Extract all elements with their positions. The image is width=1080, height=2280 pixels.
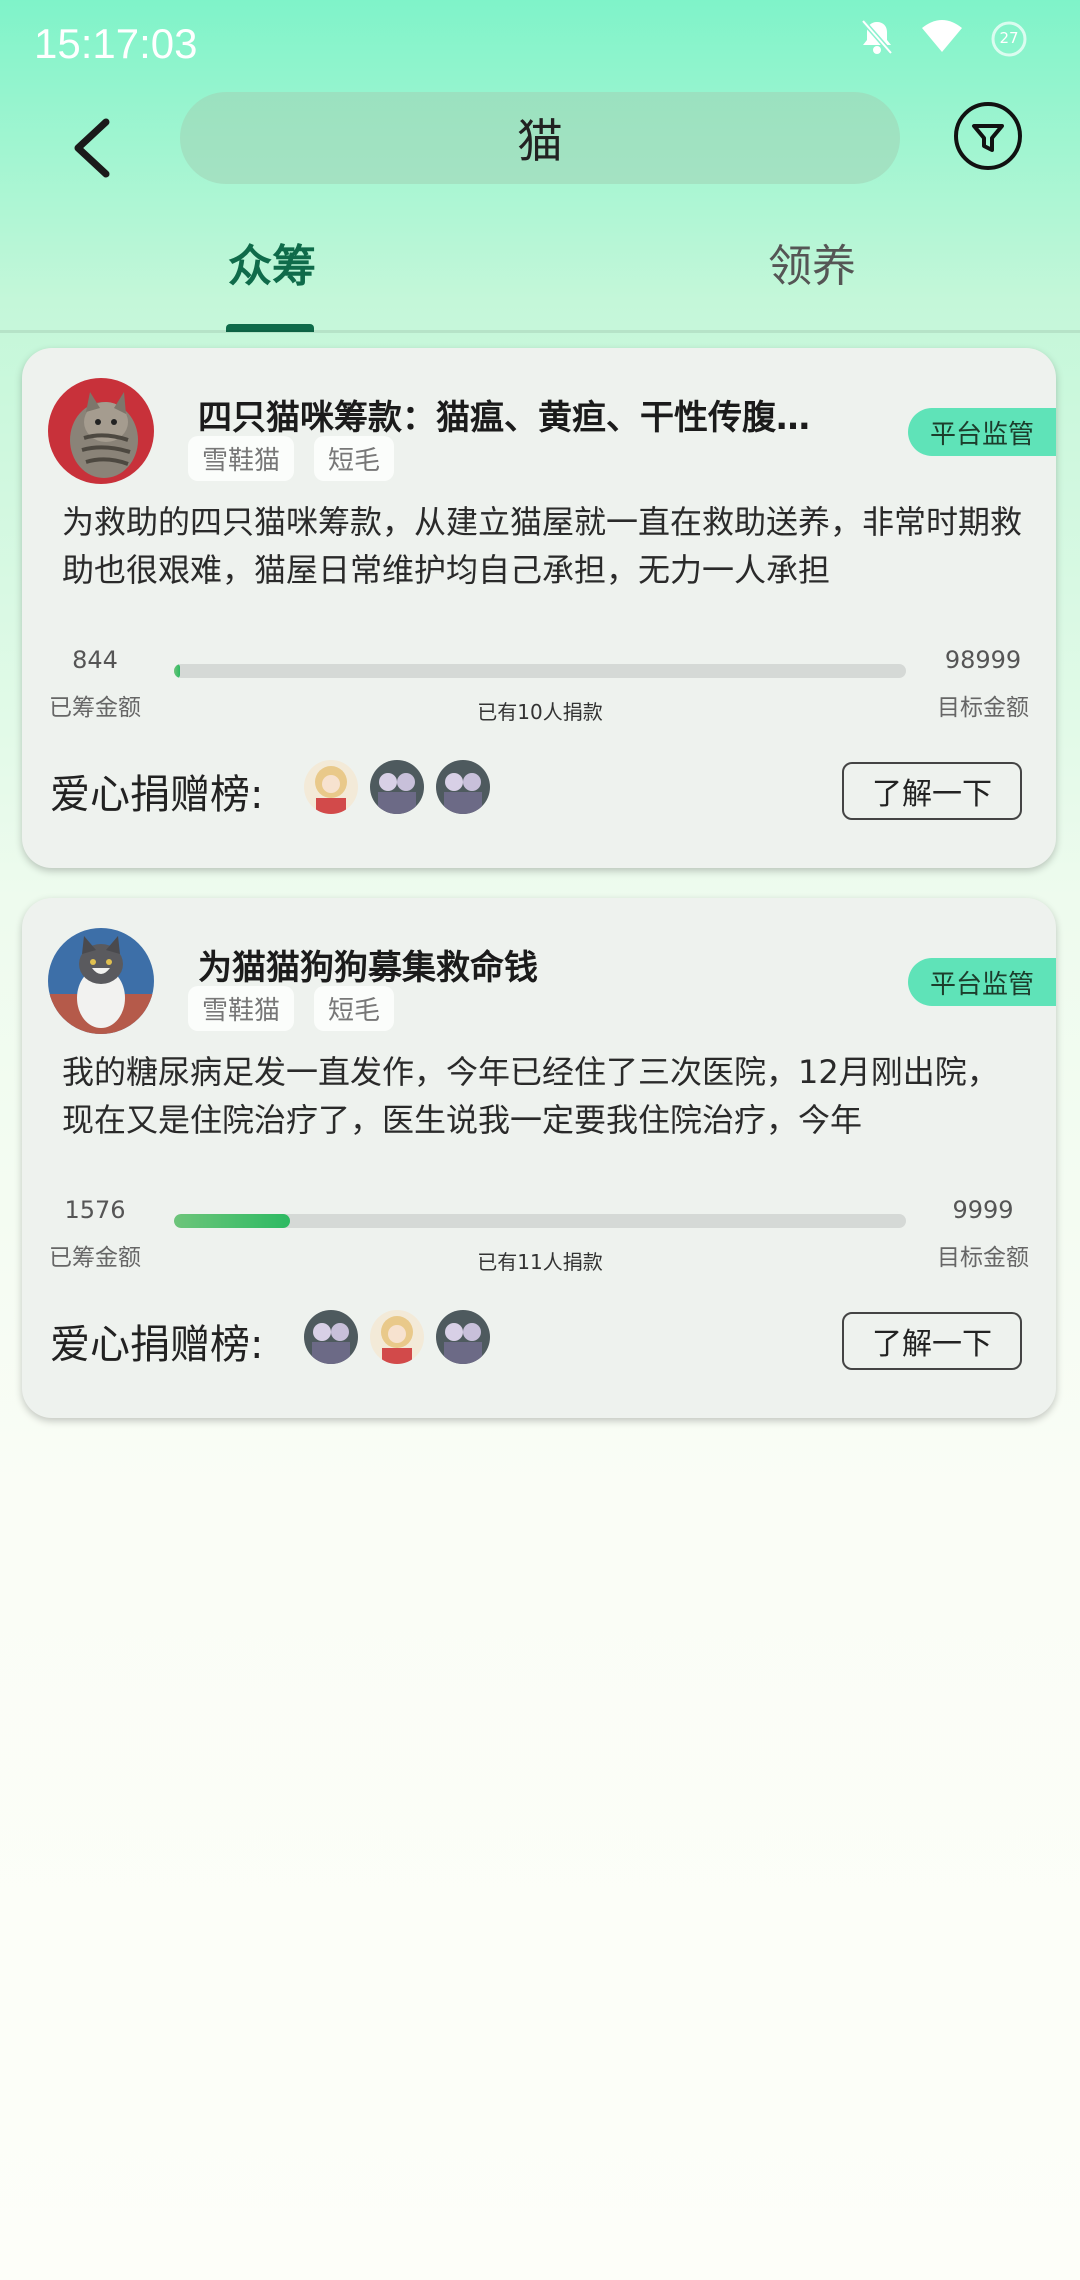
tag-list: 雪鞋猫 短毛 xyxy=(188,986,395,1031)
cat-avatar xyxy=(48,378,154,484)
donor-avatar[interactable] xyxy=(304,760,358,814)
progress-fill xyxy=(174,664,181,678)
learn-more-button[interactable]: 了解一下 xyxy=(842,1312,1022,1370)
tag-breed: 雪鞋猫 xyxy=(188,986,295,1031)
fundraiser-card[interactable]: 为猫猫狗狗募集救命钱 平台监管 雪鞋猫 短毛 我的糖尿病足发一直发作，今年已经住… xyxy=(22,898,1056,1418)
wifi-icon xyxy=(920,20,964,58)
goal-label: 目标金额 xyxy=(937,1245,1029,1271)
filter-button[interactable] xyxy=(952,100,1024,172)
goal-label: 目标金额 xyxy=(937,695,1029,721)
donor-avatar[interactable] xyxy=(436,760,490,814)
filter-icon xyxy=(954,102,1022,170)
goal-amount: 98999 xyxy=(944,646,1022,674)
tag-breed: 雪鞋猫 xyxy=(188,436,295,481)
tab-adoption[interactable]: 领养 xyxy=(768,230,856,294)
raised-label: 已筹金额 xyxy=(49,1245,141,1271)
donor-avatar[interactable] xyxy=(370,1310,424,1364)
raised-amount: 844 xyxy=(72,646,118,674)
progress-bar xyxy=(174,1214,906,1228)
raised-amount: 1576 xyxy=(64,1196,126,1224)
header: 猫 xyxy=(0,90,1080,220)
chevron-left-icon xyxy=(74,118,110,178)
back-button[interactable] xyxy=(62,108,122,188)
status-bar: 15:17:03 27 xyxy=(0,0,1080,90)
donation-board-label: 爱心捐赠榜: xyxy=(50,1322,264,1368)
donor-avatars xyxy=(304,1310,490,1364)
notifications-off-icon xyxy=(860,18,894,60)
donor-count: 已有11人捐款 xyxy=(477,1250,603,1274)
goal-amount: 9999 xyxy=(952,1196,1014,1224)
platform-supervised-badge: 平台监管 xyxy=(908,958,1056,1006)
fundraiser-card[interactable]: 四只猫咪筹款：猫瘟、黄疸、干性传腹… 平台监管 雪鞋猫 短毛 为救助的四只猫咪筹… xyxy=(22,348,1056,868)
tag-fur: 短毛 xyxy=(314,436,395,481)
donor-avatar[interactable] xyxy=(304,1310,358,1364)
progress-bar xyxy=(174,664,906,678)
card-title: 为猫猫狗狗募集救命钱 xyxy=(198,948,538,988)
battery-icon: 27 xyxy=(990,20,1028,58)
tag-list: 雪鞋猫 短毛 xyxy=(188,436,395,481)
progress-fill xyxy=(174,1214,290,1228)
tab-crowdfunding[interactable]: 众筹 xyxy=(228,230,316,294)
status-icons: 27 xyxy=(860,18,1028,60)
search-field[interactable]: 猫 xyxy=(180,92,900,184)
learn-more-button[interactable]: 了解一下 xyxy=(842,762,1022,820)
donor-avatar[interactable] xyxy=(436,1310,490,1364)
tab-bar: 众筹 领养 xyxy=(0,210,1080,332)
card-description: 为救助的四只猫咪筹款，从建立猫屋就一直在救助送养，非常时期救助也很艰难，猫屋日常… xyxy=(62,503,1023,589)
tag-fur: 短毛 xyxy=(314,986,395,1031)
tabs-divider xyxy=(0,330,1080,333)
donor-count: 已有10人捐款 xyxy=(477,700,603,724)
donation-board-label: 爱心捐赠榜: xyxy=(50,772,264,818)
search-query: 猫 xyxy=(517,114,563,168)
platform-supervised-badge: 平台监管 xyxy=(908,408,1056,456)
raised-label: 已筹金额 xyxy=(49,695,141,721)
donor-avatar[interactable] xyxy=(370,760,424,814)
status-time: 15:17:03 xyxy=(34,20,198,67)
card-title: 四只猫咪筹款：猫瘟、黄疸、干性传腹… xyxy=(198,398,810,438)
cat-avatar xyxy=(48,928,154,1034)
donor-avatars xyxy=(304,760,490,814)
card-description: 我的糖尿病足发一直发作，今年已经住了三次医院，12月刚出院，现在又是住院治疗了，… xyxy=(62,1053,999,1139)
battery-level: 27 xyxy=(999,29,1019,47)
